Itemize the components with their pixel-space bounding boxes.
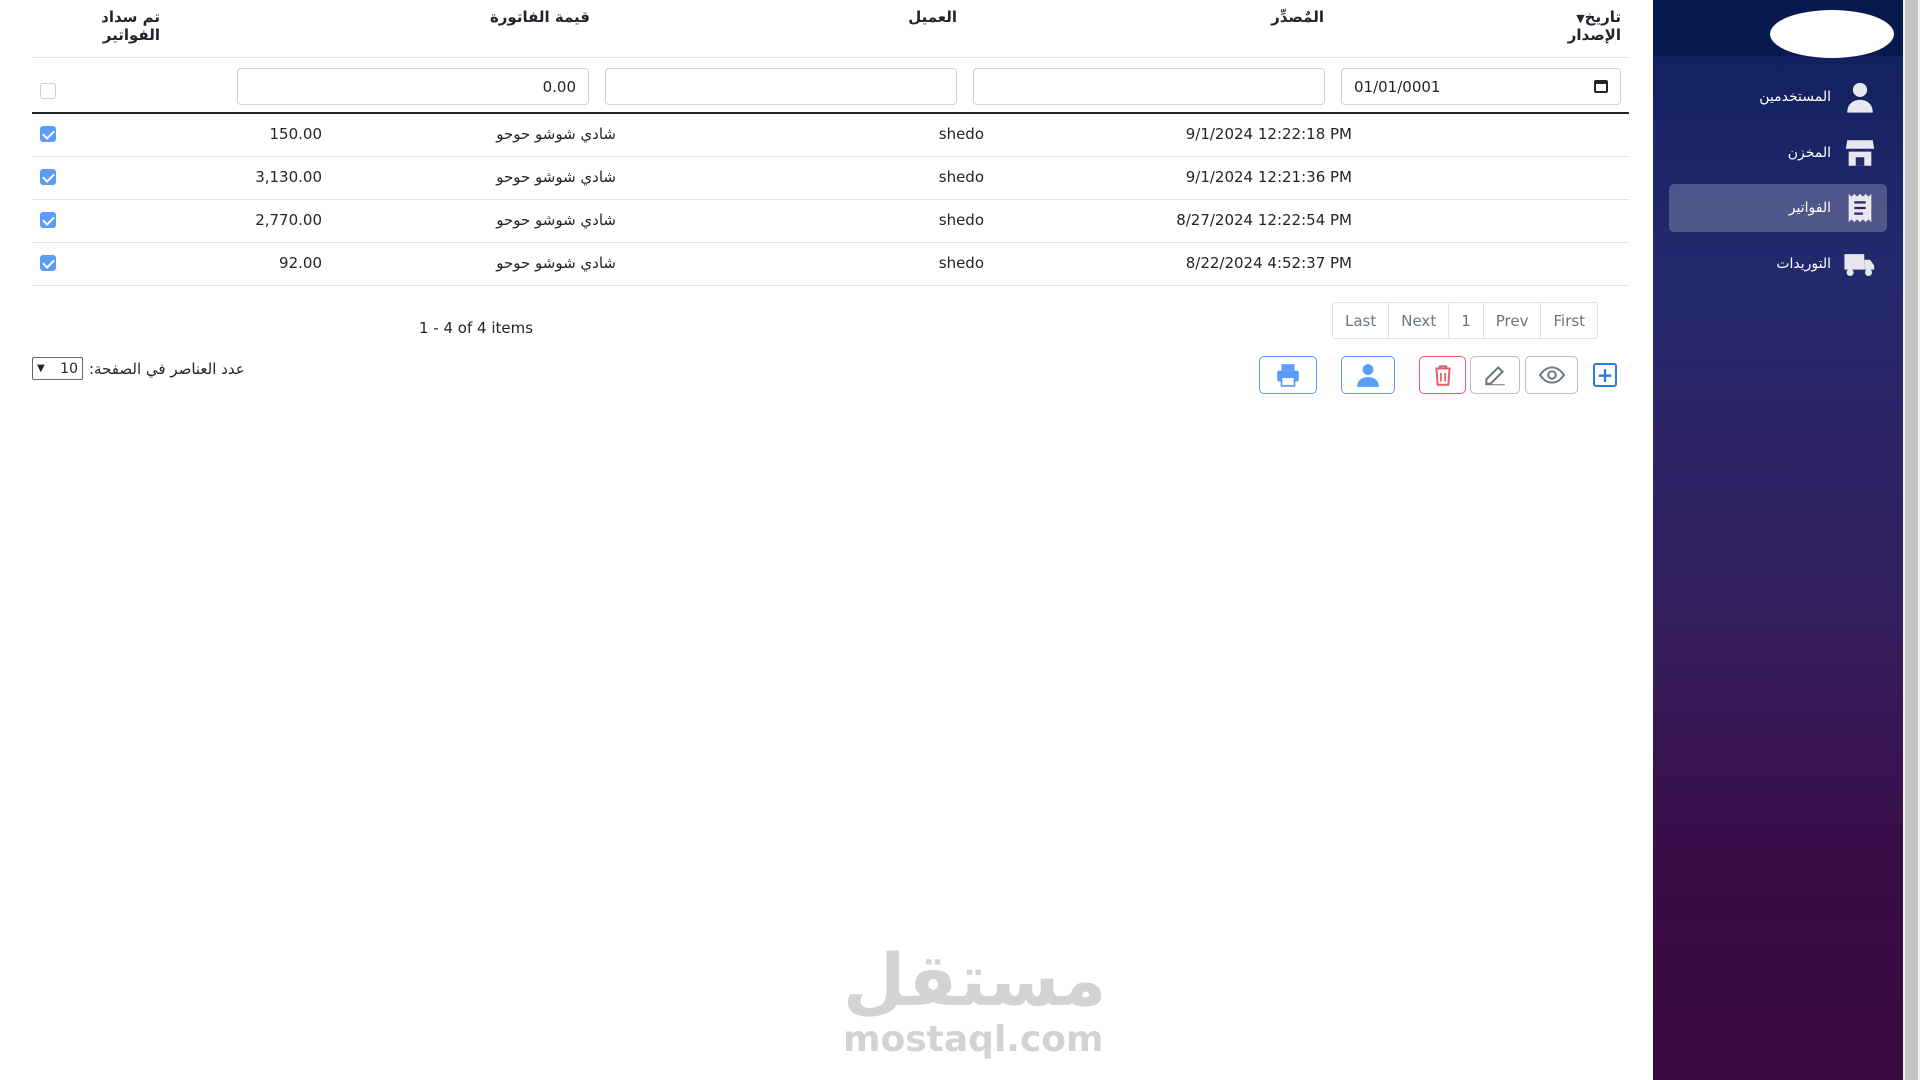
row-divider (32, 242, 1629, 243)
sidebar-item-label: الفواتير (1788, 200, 1831, 216)
plus-square-icon: + (1596, 363, 1614, 387)
pager: Last Next 1 Prev First (1332, 302, 1599, 339)
cell-amount: 150.00 (269, 125, 323, 143)
cell-client: شادي شوشو حوحو (496, 211, 616, 229)
pager-last[interactable]: Last (1333, 303, 1388, 338)
pencil-icon (1485, 366, 1505, 386)
page-size-label: عدد العناصر في الصفحة: (89, 359, 245, 378)
row-divider (32, 285, 1629, 286)
cell-client: شادي شوشو حوحو (496, 254, 616, 272)
cell-amount: 2,770.00 (255, 211, 322, 229)
cell-issuer: shedo (938, 211, 984, 229)
truck-icon (1844, 254, 1875, 277)
sidebar: المستخدمين المخزن الفواتير التوريدات (1653, 0, 1903, 1080)
pager-prev[interactable]: Prev (1482, 303, 1541, 338)
pager-first[interactable]: First (1540, 303, 1597, 338)
row-divider (32, 199, 1629, 200)
watermark: مستقل mostaql.com (843, 938, 1107, 1060)
header-amount[interactable]: قيمة الفاتورة (420, 8, 590, 34)
sidebar-item-supplies[interactable]: التوريدات (1669, 240, 1887, 288)
cell-amount: 92.00 (279, 254, 322, 272)
trash-icon (1434, 365, 1451, 386)
sidebar-item-label: المخزن (1787, 145, 1831, 161)
cell-amount: 3,130.00 (255, 168, 322, 186)
header-divider (32, 57, 1629, 58)
logo[interactable] (1770, 10, 1894, 58)
page-size: عدد العناصر في الصفحة: ▼ 10 (32, 357, 245, 380)
cell-client: شادي شوشو حوحو (496, 125, 616, 143)
page-size-select[interactable]: ▼ 10 (32, 357, 83, 380)
header-paid[interactable]: تم سداد الفواتير (40, 8, 160, 44)
issuer-filter-input[interactable] (973, 68, 1325, 105)
header-issuer[interactable]: المٌصدِّر (1180, 8, 1324, 34)
watermark-latin: mostaql.com (843, 1019, 1104, 1060)
sidebar-item-users[interactable]: المستخدمين (1669, 73, 1887, 121)
store-icon (1845, 140, 1875, 166)
sidebar-item-store[interactable]: المخزن (1669, 129, 1887, 177)
client-button[interactable] (1341, 356, 1395, 394)
scrollbar[interactable] (1903, 0, 1920, 1080)
sidebar-item-label: المستخدمين (1759, 89, 1831, 105)
main-content: ▼تاريخ الإصدار المٌصدِّر العميل قيمة الف… (0, 0, 1653, 1080)
view-button[interactable] (1525, 356, 1578, 394)
paid-checkbox[interactable] (40, 169, 56, 185)
calendar-icon[interactable] (1594, 80, 1608, 93)
scrollbar-thumb[interactable] (1905, 0, 1918, 1080)
cell-date: 9/1/2024 12:21:36 PM (1185, 168, 1352, 186)
cell-client: شادي شوشو حوحو (496, 168, 616, 186)
paid-checkbox[interactable] (40, 212, 56, 228)
delete-button[interactable] (1419, 356, 1466, 394)
cell-date: 8/27/2024 12:22:54 PM (1176, 211, 1352, 229)
chevron-down-icon: ▼ (37, 363, 45, 374)
edit-button[interactable] (1470, 356, 1520, 394)
pager-next[interactable]: Next (1388, 303, 1448, 338)
eye-icon (1538, 366, 1565, 384)
sidebar-item-label: التوريدات (1776, 256, 1831, 272)
add-button[interactable]: + (1593, 363, 1617, 387)
printer-icon (1277, 364, 1299, 387)
sidebar-item-invoices[interactable]: الفواتير (1669, 184, 1887, 232)
filter-divider (32, 112, 1629, 114)
pager-page-1[interactable]: 1 (1448, 303, 1483, 338)
cell-issuer: shedo (938, 125, 984, 143)
print-button[interactable] (1259, 356, 1317, 394)
watermark-arabic: مستقل (843, 938, 1107, 1022)
cell-date: 9/1/2024 12:22:18 PM (1185, 125, 1352, 143)
paid-checkbox[interactable] (40, 255, 56, 271)
paid-filter-checkbox[interactable] (40, 83, 56, 99)
date-filter-input[interactable]: 01/01/0001 (1341, 68, 1621, 105)
cell-issuer: shedo (938, 254, 984, 272)
cell-date: 8/22/2024 4:52:37 PM (1185, 254, 1352, 272)
person-icon (1357, 364, 1379, 387)
header-date[interactable]: ▼تاريخ الإصدار (1520, 8, 1621, 44)
cell-issuer: shedo (938, 168, 984, 186)
paid-checkbox[interactable] (40, 126, 56, 142)
receipt-icon (1848, 193, 1872, 223)
header-client[interactable]: العميل (820, 8, 957, 34)
row-divider (32, 156, 1629, 157)
sort-desc-icon: ▼ (1576, 12, 1585, 25)
client-filter-input[interactable] (605, 68, 957, 105)
amount-filter-input[interactable]: 0.00 (237, 68, 589, 105)
pager-info: 1 - 4 of 4 items (419, 319, 534, 337)
user-icon (1847, 82, 1873, 113)
